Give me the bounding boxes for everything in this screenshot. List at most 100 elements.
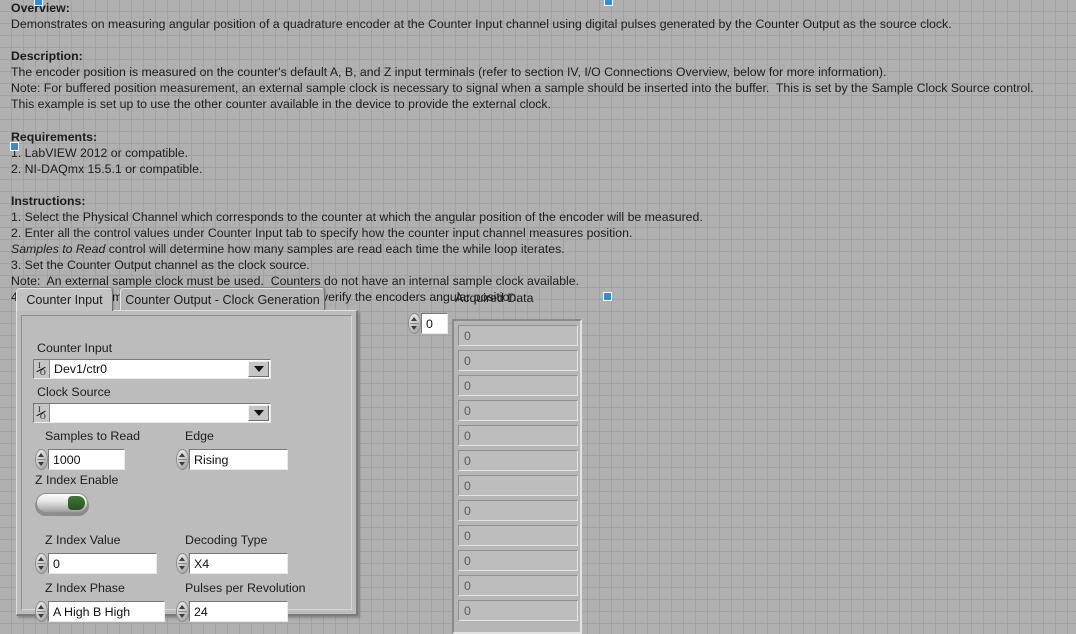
io-name-icon: I O xyxy=(34,360,50,378)
description-line-1: The encoder position is measured on the … xyxy=(11,65,887,80)
acquired-data-element: 0 xyxy=(458,550,578,571)
io-name-icon-2: I O xyxy=(34,404,50,422)
acquired-data-element: 0 xyxy=(458,350,578,371)
spinner-up-arrow-edge[interactable] xyxy=(179,453,185,457)
selection-handle-top-left[interactable] xyxy=(34,0,43,6)
spinner-up-arrow-zvalue[interactable] xyxy=(38,557,44,561)
edge-value[interactable]: Rising xyxy=(189,449,288,470)
spinner-icon-zvalue[interactable] xyxy=(35,553,48,574)
acquired-data-element: 0 xyxy=(458,575,578,596)
spinner-up-arrow-zphase[interactable] xyxy=(38,605,44,609)
overview-heading: Overview: xyxy=(11,1,70,15)
acquired-data-element: 0 xyxy=(458,525,578,546)
selection-handle-requirements[interactable] xyxy=(10,142,19,151)
instructions-heading: Instructions: xyxy=(11,193,86,208)
spinner-icon-edge[interactable] xyxy=(176,449,189,470)
clock-source-label: Clock Source xyxy=(37,385,111,399)
rocker-knob xyxy=(68,496,85,510)
acquired-data-index-value[interactable]: 0 xyxy=(421,313,448,334)
acquired-data-element: 0 xyxy=(458,500,578,521)
spinner-icon-decoding[interactable] xyxy=(176,553,189,574)
spinner-icon-ppr[interactable] xyxy=(176,601,189,622)
tab-counter-output-clock-generation[interactable]: Counter Output - Clock Generation xyxy=(120,288,325,310)
spinner-divider-array-index xyxy=(410,323,419,324)
spinner-down-arrow-edge[interactable] xyxy=(179,462,185,466)
spinner-up-arrow-array-index[interactable] xyxy=(411,317,417,321)
tab-counter-input[interactable]: Counter Input xyxy=(16,288,113,311)
description-line-2: Note: For buffered position measurement,… xyxy=(11,81,1034,96)
clock-source-iocontrol[interactable]: I O xyxy=(33,403,271,423)
io-icon-o-2: O xyxy=(40,412,46,421)
spinner-up-arrow-ppr[interactable] xyxy=(179,605,185,609)
spinner-down-arrow-ppr[interactable] xyxy=(179,614,185,618)
pulses-per-revolution-value[interactable]: 24 xyxy=(189,601,288,622)
spinner-divider-samples xyxy=(37,459,46,460)
description-line-3: This example is set up to use the other … xyxy=(11,97,552,112)
spinner-divider-ppr xyxy=(178,611,187,612)
decoding-type-control[interactable]: X4 xyxy=(176,553,288,574)
spinner-icon-array-index[interactable] xyxy=(408,313,421,334)
tab-page-counter-input: Counter Input I O Dev1/ctr0 Clock Source… xyxy=(16,310,358,622)
selection-handle-top-center[interactable] xyxy=(604,0,613,6)
requirements-line-2: 2. NI-DAQmx 15.5.1 or compatible. xyxy=(11,161,203,176)
selection-handle-acquired-data[interactable] xyxy=(603,292,612,301)
instructions-line-1: 1. Select the Physical Channel which cor… xyxy=(11,209,703,224)
counter-input-dropdown-button[interactable] xyxy=(248,361,269,377)
clock-source-dropdown-button[interactable] xyxy=(248,405,269,421)
spinner-down-arrow-samples[interactable] xyxy=(38,462,44,466)
acquired-data-label: Acquired Data xyxy=(455,291,534,305)
acquired-data-index-control[interactable]: 0 xyxy=(408,313,448,334)
decoding-type-label: Decoding Type xyxy=(185,533,268,547)
acquired-data-element: 0 xyxy=(458,400,578,421)
z-index-phase-control[interactable]: A High B High xyxy=(35,601,165,622)
z-index-value-control[interactable]: 0 xyxy=(35,553,157,574)
instructions-clock-note: Note: An external sample clock must be u… xyxy=(11,274,580,289)
requirements-line-1: 1. LabVIEW 2012 or compatible. xyxy=(11,145,189,160)
samples-to-read-value[interactable]: 1000 xyxy=(48,449,125,470)
z-index-enable-toggle[interactable] xyxy=(35,493,89,516)
spinner-down-arrow-decoding[interactable] xyxy=(179,566,185,570)
tab-counter-input-label: Counter Input xyxy=(26,293,103,307)
counter-input-value[interactable]: Dev1/ctr0 xyxy=(50,360,247,378)
z-index-enable-label: Z Index Enable xyxy=(35,473,119,487)
samples-to-read-control[interactable]: 1000 xyxy=(35,449,125,470)
spinner-divider-edge xyxy=(178,459,187,460)
overview-body: Demonstrates on measuring angular positi… xyxy=(11,17,952,32)
edge-control[interactable]: Rising xyxy=(176,449,288,470)
z-index-phase-label: Z Index Phase xyxy=(45,581,125,595)
edge-label: Edge xyxy=(185,429,214,443)
spinner-divider-decoding xyxy=(178,563,187,564)
acquired-data-element-list: 0 0 0 0 0 0 0 0 0 0 0 0 xyxy=(458,325,578,625)
spinner-down-arrow-zvalue[interactable] xyxy=(38,566,44,570)
spinner-down-arrow-array-index[interactable] xyxy=(411,326,417,330)
spinner-icon-zphase[interactable] xyxy=(35,601,48,622)
pulses-per-revolution-label: Pulses per Revolution xyxy=(185,581,306,595)
pulses-per-revolution-control[interactable]: 24 xyxy=(176,601,288,622)
spinner-down-arrow-zphase[interactable] xyxy=(38,614,44,618)
description-heading: Description: xyxy=(11,49,83,64)
spinner-divider-zvalue xyxy=(37,563,46,564)
spinner-icon-samples[interactable] xyxy=(35,449,48,470)
instructions-line-2: 2. Enter all the control values under Co… xyxy=(11,226,633,241)
samples-to-read-label: Samples to Read xyxy=(45,429,141,443)
chevron-down-icon xyxy=(253,366,264,372)
spinner-up-arrow-samples[interactable] xyxy=(38,453,44,457)
acquired-data-element: 0 xyxy=(458,600,578,621)
acquired-data-element: 0 xyxy=(458,325,578,346)
acquired-data-element: 0 xyxy=(458,475,578,496)
clock-source-value[interactable] xyxy=(50,404,247,422)
z-index-value-field[interactable]: 0 xyxy=(48,553,157,574)
counter-input-iocontrol[interactable]: I O Dev1/ctr0 xyxy=(33,359,271,379)
spinner-up-arrow-decoding[interactable] xyxy=(179,557,185,561)
tab-counter-output-label: Counter Output - Clock Generation xyxy=(125,292,320,307)
z-index-phase-value[interactable]: A High B High xyxy=(48,601,165,622)
requirements-heading: Requirements: xyxy=(11,129,98,144)
counter-tab-control[interactable]: Counter Input Counter Output - Clock Gen… xyxy=(8,288,358,622)
samples-to-read-rest: control will determine how many samples … xyxy=(105,242,565,257)
acquired-data-element: 0 xyxy=(458,375,578,396)
z-index-value-label: Z Index Value xyxy=(45,533,121,547)
counter-input-label: Counter Input xyxy=(37,341,113,355)
decoding-type-value[interactable]: X4 xyxy=(189,553,288,574)
